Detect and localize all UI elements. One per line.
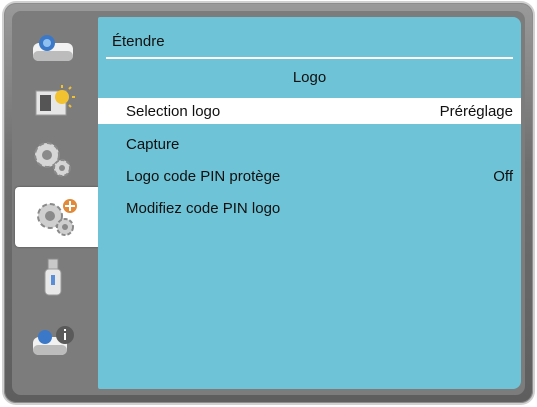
menu-title: Étendre bbox=[112, 33, 165, 50]
row-label: Logo code PIN protège bbox=[126, 167, 281, 185]
image-adjust-icon bbox=[35, 85, 75, 116]
osd-menu-frame: Étendre Logo Selection logo Préréglage C… bbox=[4, 3, 533, 403]
settings-gear-icon bbox=[34, 142, 71, 177]
menu-sidebar bbox=[12, 11, 99, 395]
extended-settings-gear-plus-icon bbox=[37, 199, 77, 236]
section-header: Logo bbox=[292, 69, 327, 86]
row-label: Capture bbox=[126, 135, 180, 153]
menu-row-logo-pin-protect[interactable]: Logo code PIN protège Off bbox=[98, 163, 521, 189]
title-divider bbox=[106, 57, 513, 59]
osd-menu-inner: Étendre Logo Selection logo Préréglage C… bbox=[12, 11, 525, 395]
info-projector-icon bbox=[33, 326, 74, 355]
sidebar-item-extended[interactable] bbox=[15, 187, 99, 247]
row-value: Off bbox=[493, 167, 513, 185]
sidebar-item-setup[interactable] bbox=[18, 133, 88, 185]
projector-icon bbox=[33, 35, 73, 61]
row-label: Selection logo bbox=[126, 102, 221, 120]
usb-icon bbox=[44, 258, 62, 296]
sidebar-item-usb[interactable] bbox=[18, 251, 88, 303]
row-label: Modifiez code PIN logo bbox=[126, 199, 281, 217]
menu-row-selection-logo[interactable]: Selection logo Préréglage bbox=[98, 98, 521, 124]
sidebar-item-display[interactable] bbox=[18, 21, 88, 73]
menu-row-capture[interactable]: Capture bbox=[98, 131, 521, 157]
sidebar-item-info[interactable] bbox=[18, 315, 88, 367]
menu-row-change-logo-pin[interactable]: Modifiez code PIN logo bbox=[98, 195, 521, 221]
row-value: Préréglage bbox=[439, 102, 513, 120]
menu-content-panel: Étendre Logo Selection logo Préréglage C… bbox=[98, 17, 521, 389]
sidebar-item-image[interactable] bbox=[18, 77, 88, 129]
